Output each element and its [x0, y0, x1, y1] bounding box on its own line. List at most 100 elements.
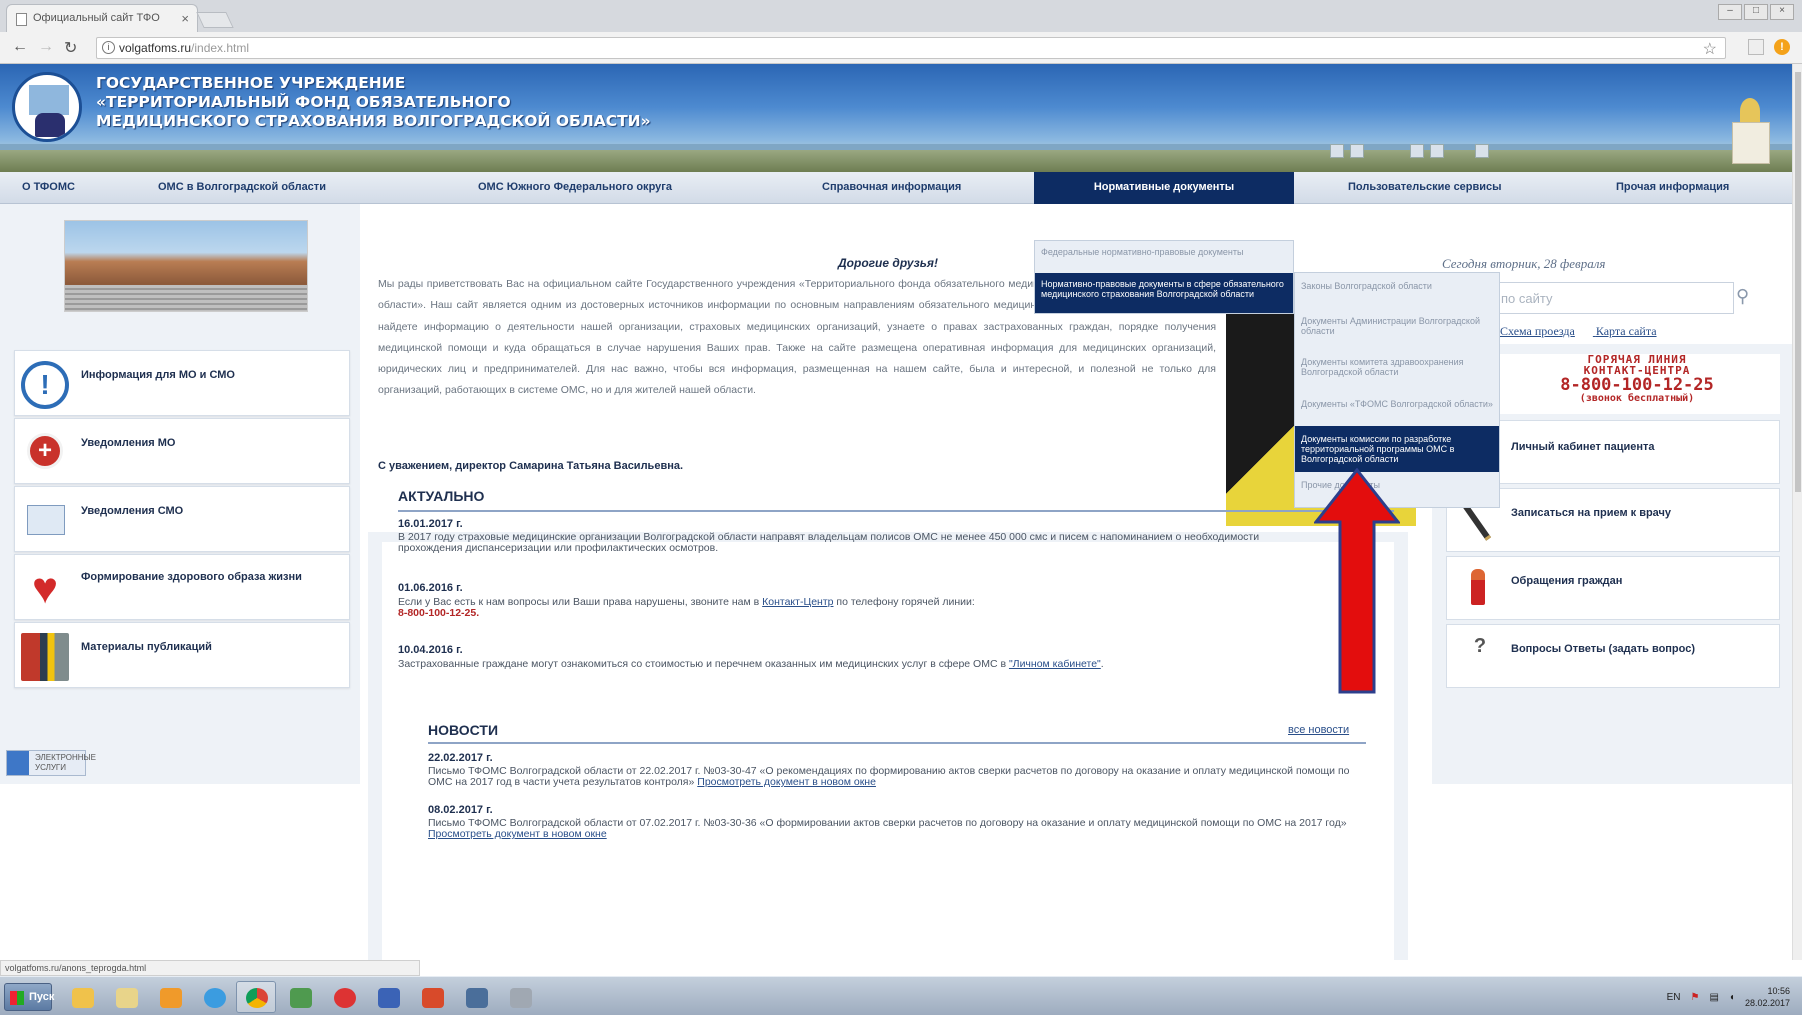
actual-heading: АКТУАЛЬНО [398, 488, 485, 504]
nav-other-info[interactable]: Прочая информация [1616, 172, 1729, 204]
annotation-arrow-icon [1314, 468, 1400, 694]
maximize-button[interactable]: □ [1744, 4, 1768, 20]
books-icon [21, 633, 69, 681]
nav-oms-region[interactable]: ОМС в Волгоградской области [158, 172, 326, 204]
close-window-button[interactable]: × [1770, 4, 1794, 20]
news-doc-link-2[interactable]: Просмотреть документ в новом окне [428, 828, 607, 840]
taskbar-pdf-icon[interactable] [412, 981, 452, 1013]
tab-title: Официальный сайт ТФО [33, 12, 160, 24]
taskbar-outlook-icon[interactable] [150, 981, 190, 1013]
reload-icon[interactable]: ↻ [64, 38, 77, 58]
taskbar-folder-icon[interactable] [62, 981, 102, 1013]
network-icon[interactable]: ▤ [1709, 992, 1718, 1003]
card-notices-mo[interactable]: + Уведомления МО [14, 418, 350, 484]
actual-date-1: 16.01.2017 г. [398, 518, 463, 530]
taskbar-explorer-icon[interactable] [106, 981, 146, 1013]
greeting-heading: Дорогие друзья! [838, 256, 938, 270]
scrollbar-thumb[interactable] [1795, 72, 1801, 492]
submenu-item-tfoms[interactable]: Документы «ТФОМС Волгоградской области» [1295, 391, 1499, 426]
personal-cabinet-link[interactable]: "Личном кабинете" [1009, 658, 1101, 670]
taskbar-screen-icon[interactable] [456, 981, 496, 1013]
all-news-link[interactable]: все новости [1288, 724, 1349, 736]
actual-divider [398, 510, 1394, 512]
taskbar-ie-icon[interactable] [194, 981, 234, 1013]
news-text-1: Письмо ТФОМС Волгоградской области от 22… [428, 765, 1350, 788]
taskbar-opera-icon[interactable] [324, 981, 364, 1013]
page-icon [16, 13, 27, 26]
e-services-badge[interactable]: ЭЛЕКТРОННЫЕ УСЛУГИ [6, 750, 96, 776]
site-search-input[interactable]: по сайту [1490, 282, 1734, 314]
nav-normative-docs[interactable]: Нормативные документы [1034, 172, 1294, 204]
hotline-box[interactable]: ГОРЯЧАЯ ЛИНИЯ КОНТАКТ-ЦЕНТРА 8-800-100-1… [1494, 354, 1780, 414]
tab-close-icon[interactable]: × [181, 11, 189, 26]
taskbar-chrome-icon[interactable] [236, 981, 276, 1013]
card-citizen-appeals[interactable]: Обращения граждан [1446, 556, 1780, 620]
system-tray: EN ⚑ ▤ ◖ 10:56 28.02.2017 [1667, 985, 1790, 1009]
taskbar-shield-icon[interactable] [280, 981, 320, 1013]
nav-about[interactable]: О ТФОМС [22, 172, 75, 204]
volume-icon[interactable]: ◖ [1729, 992, 1735, 1003]
minimize-button[interactable]: – [1718, 4, 1742, 20]
e-services-icon [7, 751, 29, 775]
news-date-2: 08.02.2017 г. [428, 804, 493, 816]
hotline-number: 8-800-100-12-25. [398, 607, 480, 619]
start-button[interactable]: Пуск [4, 983, 54, 1011]
windows-logo-icon [10, 991, 24, 1005]
browser-tab[interactable]: Официальный сайт ТФО × [6, 4, 198, 32]
card-healthy-lifestyle[interactable]: ♥ Формирование здорового образа жизни [14, 554, 350, 620]
actual-text-3: Застрахованные граждане могут ознакомить… [398, 658, 1104, 670]
submenu-item-laws[interactable]: Законы Волгоградской области [1295, 273, 1499, 308]
card-notices-smo[interactable]: Уведомления СМО [14, 486, 350, 552]
clock[interactable]: 10:56 28.02.2017 [1745, 985, 1790, 1009]
language-indicator[interactable]: EN [1667, 992, 1681, 1003]
info-icon[interactable]: i [102, 41, 115, 54]
news-date-1: 22.02.2017 г. [428, 752, 493, 764]
card-faq[interactable]: ? Вопросы Ответы (задать вопрос) [1446, 624, 1780, 688]
url-host: volgatfoms.ru [119, 41, 192, 55]
today-date: Сегодня вторник, 28 февраля [1442, 256, 1606, 271]
contact-center-link[interactable]: Контакт-Центр [762, 596, 833, 608]
search-icon[interactable]: ⚲ [1736, 286, 1749, 307]
forward-icon[interactable]: → [38, 38, 54, 56]
hero-photo [64, 220, 308, 312]
dropdown-item-federal[interactable]: Федеральные нормативно-правовые документ… [1035, 241, 1293, 273]
news-doc-link-1[interactable]: Просмотреть документ в новом окне [697, 776, 876, 788]
news-text-2: Письмо ТФОМС Волгоградской области от 07… [428, 817, 1347, 840]
bookmark-star-icon[interactable]: ☆ [1703, 39, 1717, 59]
submenu-item-health-committee[interactable]: Документы комитета здравоохранения Волго… [1295, 343, 1499, 391]
nav-user-services[interactable]: Пользовательские сервисы [1348, 172, 1502, 204]
back-icon[interactable]: ← [12, 38, 28, 56]
main-nav: О ТФОМС ОМС в Волгоградской области ОМС … [0, 172, 1792, 204]
menu-warning-icon[interactable]: ! [1774, 39, 1790, 55]
taskbar-tool-icon[interactable] [500, 981, 540, 1013]
taskbar-word-icon[interactable] [368, 981, 408, 1013]
card-info-mo-smo[interactable]: ! Информация для МО и СМО [14, 350, 350, 416]
submenu-item-commission[interactable]: Документы комиссии по разработке террито… [1295, 426, 1499, 472]
card-publications[interactable]: Материалы публикаций [14, 622, 350, 688]
site-header: ГОСУДАРСТВЕННОЕ УЧРЕЖДЕНИЕ «ТЕРРИТОРИАЛЬ… [0, 64, 1792, 172]
medical-cross-icon: + [27, 433, 63, 469]
news-heading: НОВОСТИ [428, 722, 499, 738]
normative-docs-dropdown: Федеральные нормативно-правовые документ… [1034, 240, 1294, 314]
info-icon: ! [21, 361, 69, 409]
window-controls: – □ × [1718, 4, 1794, 20]
sitemap-link[interactable]: Карта сайта [1596, 324, 1657, 338]
person-icon [1471, 569, 1485, 605]
mail-icon [27, 505, 65, 535]
address-bar[interactable]: i volgatfoms.ru/index.html ☆ [96, 37, 1726, 59]
flag-icon[interactable]: ⚑ [1690, 992, 1699, 1003]
nav-oms-south[interactable]: ОМС Южного Федерального округа [478, 172, 672, 204]
page-scrollbar[interactable] [1792, 64, 1802, 960]
directions-link[interactable]: Схема проезда [1500, 324, 1575, 338]
url-path: /index.html [191, 41, 250, 55]
site-logo[interactable] [12, 72, 82, 142]
submenu-item-administration[interactable]: Документы Администрации Волгоградской об… [1295, 308, 1499, 343]
dropdown-item-regional[interactable]: Нормативно-правовые документы в сфере об… [1035, 273, 1293, 313]
heart-icon: ♥ [31, 564, 59, 613]
new-tab-button[interactable] [196, 12, 234, 28]
web-page: ГОСУДАРСТВЕННОЕ УЧРЕЖДЕНИЕ «ТЕРРИТОРИАЛЬ… [0, 64, 1792, 960]
actual-text-2: Если у Вас есть к нам вопросы или Ваши п… [398, 596, 975, 619]
hotline-phone: 8-800-100-12-25 [1560, 375, 1714, 395]
extension-icon[interactable] [1748, 39, 1764, 55]
nav-reference[interactable]: Справочная информация [822, 172, 961, 204]
